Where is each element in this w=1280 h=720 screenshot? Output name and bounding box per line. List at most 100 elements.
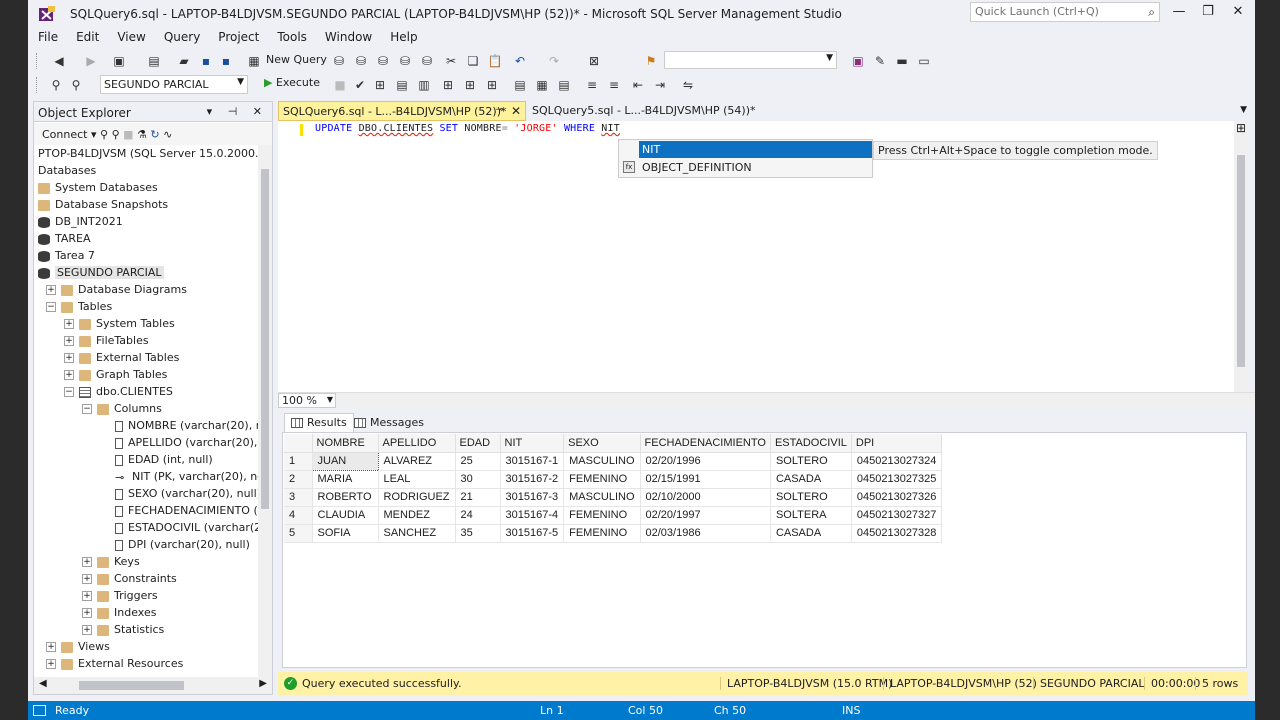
scroll-thumb[interactable] [261, 169, 269, 509]
tree-node[interactable]: SEXO (varchar(20), null) [115, 485, 258, 502]
grid-cell[interactable]: 02/20/1997 [640, 506, 771, 525]
tree-node[interactable]: + Graph Tables [64, 366, 167, 383]
expand-icon[interactable]: + [82, 574, 92, 584]
menu-view[interactable]: View [107, 28, 153, 44]
tree-node[interactable]: + Views [46, 638, 110, 655]
new-query-button[interactable]: New Query [266, 53, 327, 66]
change-connection-icon[interactable]: ⚲ [68, 77, 84, 93]
tree-node[interactable]: TAREA [38, 230, 91, 247]
grid-cell[interactable]: CLAUDIA [312, 506, 379, 525]
grid-cell[interactable]: 02/03/1986 [640, 524, 771, 543]
save-all-icon[interactable]: ▪ [218, 53, 234, 69]
grid-cell[interactable]: 0450213027326 [851, 488, 943, 507]
expand-icon[interactable]: + [82, 608, 92, 618]
grid-column-header[interactable]: FECHADENACIMIENTO [640, 434, 771, 453]
tree-node[interactable]: EDAD (int, null) [115, 451, 213, 468]
grid-cell[interactable]: 21 [455, 488, 501, 507]
tree-node[interactable]: + External Tables [64, 349, 179, 366]
scroll-right-icon[interactable]: ▶ [259, 678, 267, 689]
autocomplete-item[interactable]: OBJECT_DEFINITION [639, 159, 872, 176]
expand-icon[interactable]: + [46, 659, 56, 669]
grid-cell[interactable]: ROBERTO [312, 488, 379, 507]
row-number[interactable]: 2 [284, 470, 313, 489]
grid-cell[interactable]: 02/20/1996 [640, 452, 771, 471]
grid-cell[interactable]: 3015167-2 [500, 470, 565, 489]
tree-node[interactable]: SEGUNDO PARCIAL [38, 264, 164, 281]
table-row[interactable]: 1 JUAN ALVAREZ 25 3015167-1 MASCULINO 02/20/19… [284, 451, 943, 471]
grid-cell[interactable]: 02/10/2000 [640, 488, 771, 507]
tree-node[interactable]: + Constraints [82, 570, 177, 587]
grid-cell[interactable]: 3015167-5 [500, 524, 565, 543]
find-icon[interactable]: ⚑ [643, 53, 659, 69]
collapse-icon[interactable]: − [64, 387, 74, 397]
grid-cell[interactable]: 3015167-4 [500, 506, 565, 525]
sql-code-line[interactable]: UPDATE DBO.CLIENTES SET NOMBRE= 'JORGE' … [315, 123, 620, 134]
console-icon[interactable]: ▭ [916, 53, 932, 69]
collapse-icon[interactable]: − [46, 302, 56, 312]
grid-cell[interactable]: CASADA [770, 470, 852, 489]
new-project-icon[interactable]: ▣ [111, 53, 127, 69]
estimated-plan-icon[interactable]: ⊞ [440, 77, 456, 93]
tree-node[interactable]: + FileTables [64, 332, 149, 349]
grid-cell[interactable]: SOFIA [312, 524, 379, 543]
editor-vscroll[interactable] [1234, 121, 1248, 393]
tree-node[interactable]: − Columns [82, 400, 162, 417]
grid-cell[interactable]: 0450213027327 [851, 506, 943, 525]
grid-column-header[interactable]: NIT [500, 434, 565, 453]
grid-column-header[interactable]: APELLIDO [378, 434, 456, 453]
row-number[interactable]: 3 [284, 488, 313, 507]
tree-node[interactable]: + External Resources [46, 655, 183, 672]
save-icon[interactable]: ▪ [198, 53, 214, 69]
template-params-icon[interactable]: ⇋ [680, 77, 696, 93]
tab-sqlquery6[interactable]: SQLQuery6.sql - L...-B4LDJVSM\HP (52))* ⊸… [278, 101, 526, 121]
grid-cell[interactable]: 3015167-3 [500, 488, 565, 507]
tree-node[interactable]: + Statistics [82, 621, 164, 638]
db-query-icon[interactable]: ⛁ [331, 53, 347, 69]
object-explorer-hscroll[interactable]: ◀ ▶ [34, 677, 272, 694]
quick-launch-input[interactable]: Quick Launch (Ctrl+Q) ⌕ [970, 2, 1160, 22]
forward-icon[interactable]: ▶ [83, 53, 99, 69]
scroll-thumb[interactable] [1237, 155, 1245, 367]
grid-cell[interactable]: ALVAREZ [378, 452, 456, 471]
query-options-icon[interactable]: ▤ [394, 77, 410, 93]
tree-node[interactable]: Tarea 7 [38, 247, 95, 264]
grid-cell[interactable]: SOLTERA [770, 506, 852, 525]
row-number[interactable]: 4 [284, 506, 313, 525]
stop-icon[interactable]: ■ [332, 77, 348, 93]
expand-icon[interactable]: + [82, 557, 92, 567]
open-file-icon[interactable]: ▰ [176, 53, 192, 69]
expand-icon[interactable]: + [82, 591, 92, 601]
expand-icon[interactable]: + [46, 642, 56, 652]
grid-cell[interactable]: FEMENINO [563, 506, 641, 525]
grid-column-header[interactable]: DPI [851, 434, 943, 453]
tree-node[interactable]: System Databases [38, 179, 158, 196]
xmla-query-icon[interactable]: ⛁ [397, 53, 413, 69]
menu-file[interactable]: File [28, 28, 66, 44]
grid-cell[interactable]: MARIA [312, 470, 379, 489]
tab-results[interactable]: Results [284, 413, 354, 432]
grid-cell[interactable]: JUAN [311, 451, 379, 471]
grid-cell[interactable]: 3015167-1 [500, 452, 565, 471]
tree-node[interactable]: DB_INT2021 [38, 213, 123, 230]
expand-icon[interactable]: + [64, 319, 74, 329]
tab-sqlquery5[interactable]: SQLQuery5.sql - L...-B4LDJVSM\HP (54))* [528, 101, 773, 121]
tree-node[interactable]: + System Tables [64, 315, 175, 332]
table-row[interactable]: 3 ROBERTO RODRIGUEZ 21 3015167-3 MASCULINO 02/… [284, 488, 943, 507]
tree-node[interactable]: Databases [38, 162, 96, 179]
tree-node[interactable]: NOMBRE (varchar(20), nu [115, 417, 258, 434]
grid-cell[interactable]: 35 [455, 524, 501, 543]
execute-button[interactable]: ▶ Execute [264, 76, 320, 89]
outdent-icon[interactable]: ⇤ [630, 77, 646, 93]
menu-window[interactable]: Window [315, 28, 380, 44]
grid-cell[interactable]: 30 [455, 470, 501, 489]
statistics-icon[interactable]: ⊞ [484, 77, 500, 93]
activity-monitor-icon[interactable]: ⊠ [586, 53, 602, 69]
connect-icon[interactable]: ⚲ [48, 77, 64, 93]
toolbox-icon[interactable]: ▬ [894, 53, 910, 69]
tree-node[interactable]: ESTADOCIVIL (varchar(20 [115, 519, 258, 536]
table-row[interactable]: 4 CLAUDIA MENDEZ 24 3015167-4 FEMENINO 02/20/1… [284, 506, 943, 525]
tab-messages[interactable]: Messages [350, 414, 428, 432]
grid-cell[interactable]: SANCHEZ [378, 524, 456, 543]
comment-icon[interactable]: ≡ [584, 77, 600, 93]
add-item-icon[interactable]: ▤ [146, 53, 162, 69]
